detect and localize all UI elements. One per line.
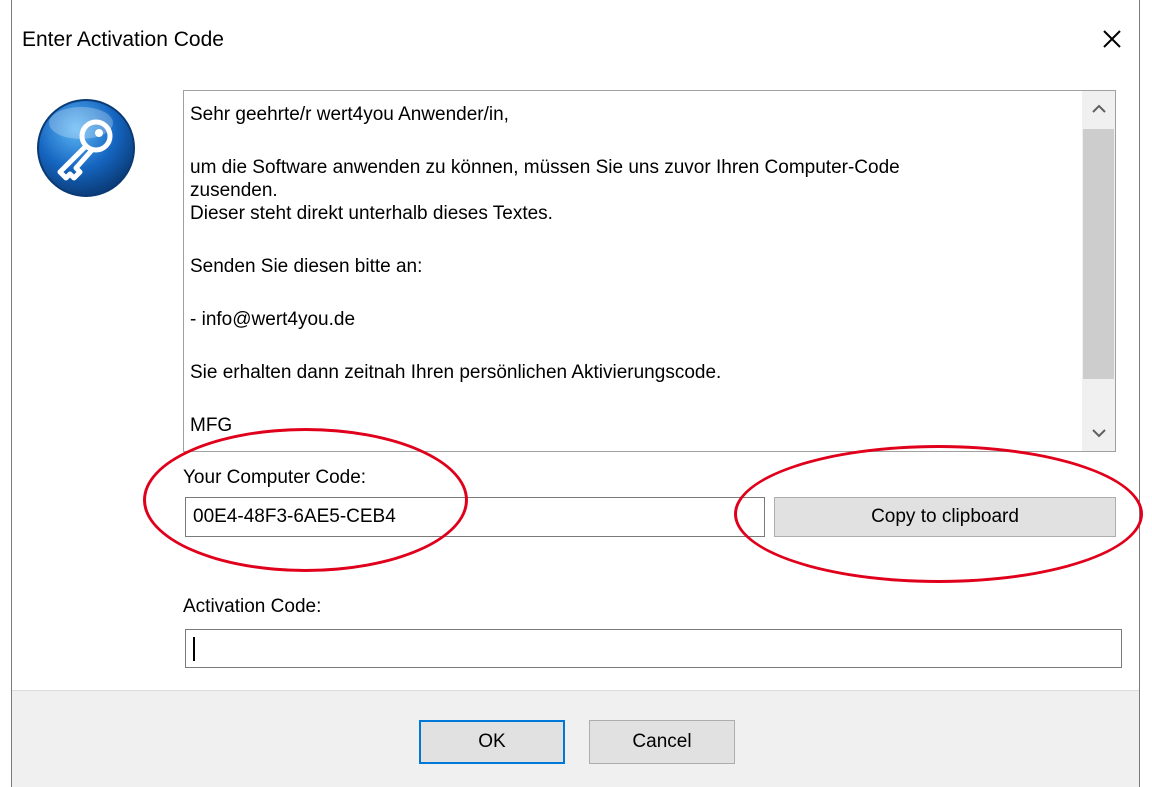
message-line: - info@wert4you.de [190,309,356,330]
message-line: Senden Sie diesen bitte an: [190,256,423,277]
key-icon [37,99,135,197]
button-bar: OK Cancel [12,690,1139,787]
activation-code-input[interactable] [185,629,1122,668]
computer-code-label: Your Computer Code: [183,467,367,488]
dialog-content: Sehr geehrte/r wert4you Anwender/in, um … [12,88,1139,690]
title-bar[interactable]: Enter Activation Code [12,0,1139,88]
activation-code-label: Activation Code: [183,596,322,617]
ok-button[interactable]: OK [419,720,565,764]
scroll-down-button[interactable] [1082,415,1115,451]
computer-code-field[interactable]: 00E4-48F3-6AE5-CEB4 [185,497,765,537]
computer-code-value: 00E4-48F3-6AE5-CEB4 [193,506,396,527]
chevron-down-icon [1091,429,1106,438]
text-cursor [193,636,195,661]
message-line: Sehr geehrte/r wert4you Anwender/in, [190,104,509,125]
scroll-up-button[interactable] [1082,91,1115,127]
message-line: Sie erhalten dann zeitnah Ihren persönli… [190,362,722,383]
message-line: zusenden. [190,180,278,201]
message-textbox[interactable]: Sehr geehrte/r wert4you Anwender/in, um … [183,90,1116,452]
cancel-button[interactable]: Cancel [589,720,735,764]
message-line: um die Software anwenden zu können, müss… [190,157,900,178]
dialog-title: Enter Activation Code [22,28,224,51]
scrollbar-thumb[interactable] [1083,129,1114,379]
close-icon[interactable] [1097,24,1127,54]
chevron-up-icon [1091,104,1106,113]
copy-to-clipboard-button[interactable]: Copy to clipboard [774,497,1116,537]
vertical-scrollbar[interactable] [1082,91,1115,451]
dialog-window: Enter Activation Code Sehr geehrte/r wer… [11,0,1140,787]
message-line: Dieser steht direkt unterhalb dieses Tex… [190,203,553,224]
message-line: MFG [190,415,233,436]
